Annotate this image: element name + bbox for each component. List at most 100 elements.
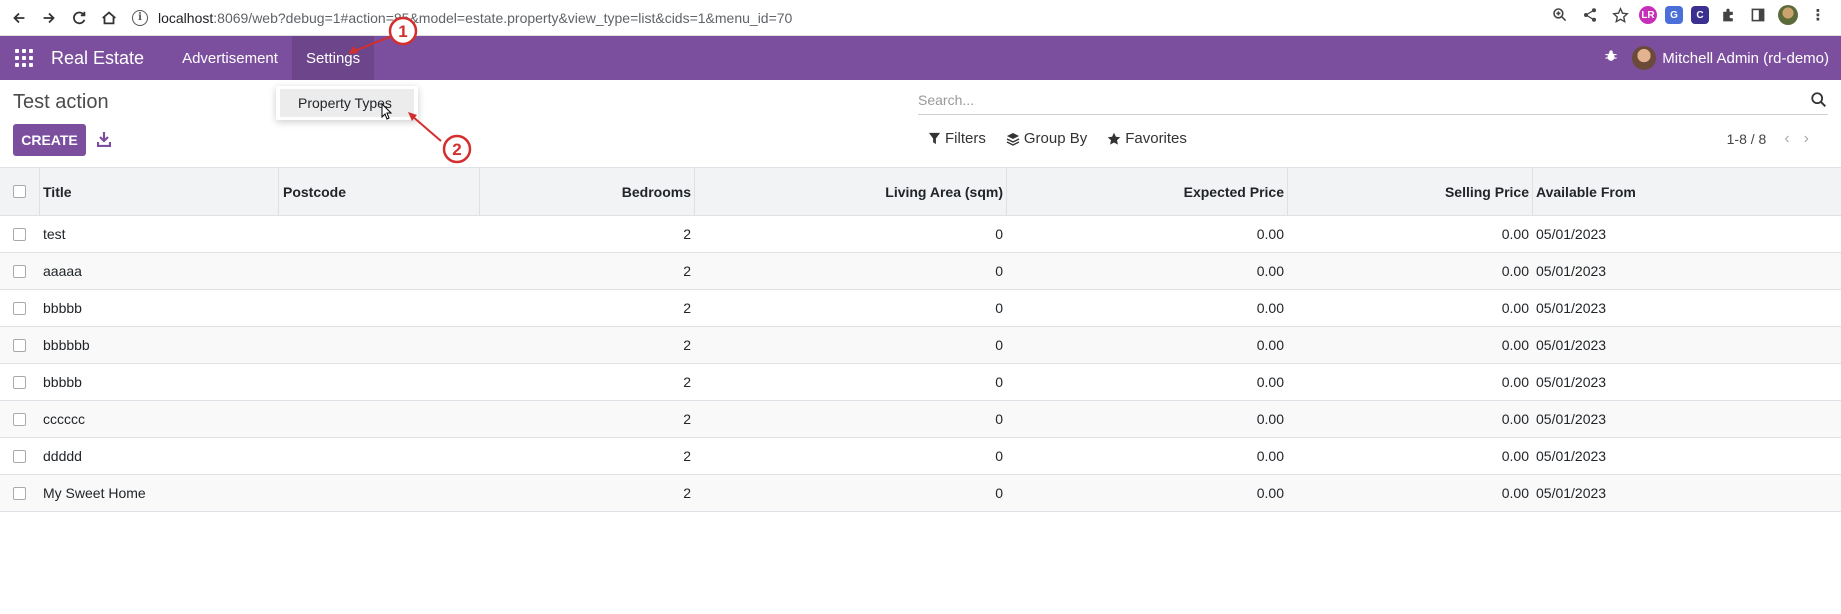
- cell-bedrooms: 2: [683, 411, 691, 427]
- bookmark-star-icon[interactable]: [1609, 4, 1631, 26]
- cell-expected-price: 0.00: [1256, 374, 1284, 390]
- home-icon[interactable]: [94, 3, 124, 33]
- row-select: [13, 216, 26, 252]
- row-checkbox[interactable]: [13, 412, 26, 426]
- zoom-icon[interactable]: [1549, 4, 1571, 26]
- cell-expected-price: 0.00: [1256, 263, 1284, 279]
- annotation-number-2: 2: [452, 140, 461, 159]
- back-arrow-icon[interactable]: [4, 3, 34, 33]
- filters-toggle[interactable]: Filters: [928, 130, 986, 147]
- main-navbar: Real Estate Advertisement Settings Mitch…: [0, 36, 1841, 80]
- browser-extensions: LR G C ⋮: [1549, 4, 1829, 26]
- menu-advertisement[interactable]: Advertisement: [168, 36, 292, 80]
- more-menu-icon[interactable]: ⋮: [1807, 4, 1829, 26]
- row-select: [13, 327, 26, 363]
- cell-living-area: 0: [995, 263, 1003, 279]
- row-select: [13, 475, 26, 511]
- cell-available-from: 05/01/2023: [1536, 300, 1607, 316]
- table-row[interactable]: ddddd 2 0 0.00 0.00 05/01/2023: [0, 438, 1841, 475]
- extension-c-icon[interactable]: C: [1691, 6, 1709, 24]
- table-header: Title Postcode Bedrooms Living Area (sqm…: [0, 167, 1841, 216]
- pager-value[interactable]: 1-8 / 8: [1727, 131, 1767, 147]
- table-row[interactable]: bbbbb 2 0 0.00 0.00 05/01/2023: [0, 364, 1841, 401]
- cell-title: bbbbb: [43, 374, 82, 390]
- favorites-toggle[interactable]: Favorites: [1107, 130, 1187, 147]
- cell-available-from: 05/01/2023: [1536, 374, 1607, 390]
- row-checkbox[interactable]: [13, 375, 26, 389]
- cell-title: ddddd: [43, 448, 82, 464]
- header-expected-price[interactable]: Expected Price: [1184, 168, 1284, 215]
- table-row[interactable]: aaaaa 2 0 0.00 0.00 05/01/2023: [0, 253, 1841, 290]
- cell-selling-price: 0.00: [1501, 448, 1529, 464]
- row-select: [13, 253, 26, 289]
- header-postcode[interactable]: Postcode: [283, 168, 346, 215]
- row-checkbox[interactable]: [13, 338, 26, 352]
- debug-bug-icon[interactable]: [1604, 49, 1618, 67]
- row-select: [13, 401, 26, 437]
- forward-arrow-icon[interactable]: [34, 3, 64, 33]
- cell-expected-price: 0.00: [1256, 337, 1284, 353]
- site-info-icon[interactable]: i: [132, 9, 148, 26]
- filters-label: Filters: [945, 130, 986, 147]
- groupby-toggle[interactable]: Group By: [1006, 130, 1087, 147]
- cell-living-area: 0: [995, 226, 1003, 242]
- table-row[interactable]: My Sweet Home 2 0 0.00 0.00 05/01/2023: [0, 475, 1841, 512]
- table-row[interactable]: bbbbb 2 0 0.00 0.00 05/01/2023: [0, 290, 1841, 327]
- header-living-area[interactable]: Living Area (sqm): [885, 168, 1003, 215]
- search-icon[interactable]: [1810, 91, 1828, 109]
- cell-title: aaaaa: [43, 263, 82, 279]
- cell-title: bbbbbb: [43, 337, 90, 353]
- table-row[interactable]: cccccc 2 0 0.00 0.00 05/01/2023: [0, 401, 1841, 438]
- cell-available-from: 05/01/2023: [1536, 485, 1607, 501]
- row-checkbox[interactable]: [13, 264, 26, 278]
- reload-icon[interactable]: [64, 3, 94, 33]
- row-checkbox[interactable]: [13, 449, 26, 463]
- extensions-puzzle-icon[interactable]: [1717, 4, 1739, 26]
- cell-expected-price: 0.00: [1256, 300, 1284, 316]
- cell-selling-price: 0.00: [1501, 300, 1529, 316]
- apps-grid-icon[interactable]: [13, 47, 35, 69]
- url-host: localhost: [158, 9, 214, 26]
- download-icon[interactable]: [96, 131, 112, 148]
- header-bedrooms[interactable]: Bedrooms: [622, 168, 691, 215]
- row-checkbox[interactable]: [13, 301, 26, 315]
- address-bar[interactable]: i localhost:8069/web?debug=1#action=85&m…: [132, 4, 792, 32]
- cell-selling-price: 0.00: [1501, 337, 1529, 353]
- table-row[interactable]: bbbbbb 2 0 0.00 0.00 05/01/2023: [0, 327, 1841, 364]
- cell-living-area: 0: [995, 300, 1003, 316]
- cell-living-area: 0: [995, 374, 1003, 390]
- table-row[interactable]: test 2 0 0.00 0.00 05/01/2023: [0, 216, 1841, 253]
- cell-title: My Sweet Home: [43, 485, 146, 501]
- row-checkbox[interactable]: [13, 227, 26, 241]
- row-select: [13, 438, 26, 474]
- search-input[interactable]: [918, 87, 1788, 113]
- browser-toolbar: i localhost:8069/web?debug=1#action=85&m…: [0, 0, 1841, 36]
- menu-property-types[interactable]: Property Types: [280, 89, 414, 117]
- extension-lr-icon[interactable]: LR: [1639, 6, 1657, 24]
- side-panel-icon[interactable]: [1747, 4, 1769, 26]
- cell-bedrooms: 2: [683, 448, 691, 464]
- row-checkbox[interactable]: [13, 486, 26, 500]
- profile-avatar-icon[interactable]: [1777, 4, 1799, 26]
- header-title[interactable]: Title: [43, 168, 72, 215]
- cell-expected-price: 0.00: [1256, 226, 1284, 242]
- groupby-label: Group By: [1023, 130, 1088, 147]
- pager-next-icon[interactable]: ›: [1804, 130, 1809, 148]
- cell-selling-price: 0.00: [1501, 263, 1529, 279]
- cell-available-from: 05/01/2023: [1536, 448, 1607, 464]
- app-brand[interactable]: Real Estate: [51, 48, 144, 69]
- extension-translate-icon[interactable]: G: [1665, 6, 1683, 24]
- menu-settings[interactable]: Settings: [291, 36, 375, 80]
- header-selling-price[interactable]: Selling Price: [1445, 168, 1529, 215]
- create-button[interactable]: CREATE: [13, 124, 86, 156]
- pager-previous-icon[interactable]: ‹: [1784, 130, 1789, 148]
- cell-expected-price: 0.00: [1256, 485, 1284, 501]
- search-options: Filters Group By Favorites: [928, 130, 1187, 147]
- favorites-label: Favorites: [1125, 130, 1187, 147]
- cell-bedrooms: 2: [683, 263, 691, 279]
- header-available-from[interactable]: Available From: [1536, 168, 1636, 215]
- user-menu[interactable]: Mitchell Admin (rd-demo): [1632, 46, 1829, 70]
- select-all-checkbox[interactable]: [13, 185, 26, 198]
- cell-selling-price: 0.00: [1501, 411, 1529, 427]
- share-icon[interactable]: [1579, 4, 1601, 26]
